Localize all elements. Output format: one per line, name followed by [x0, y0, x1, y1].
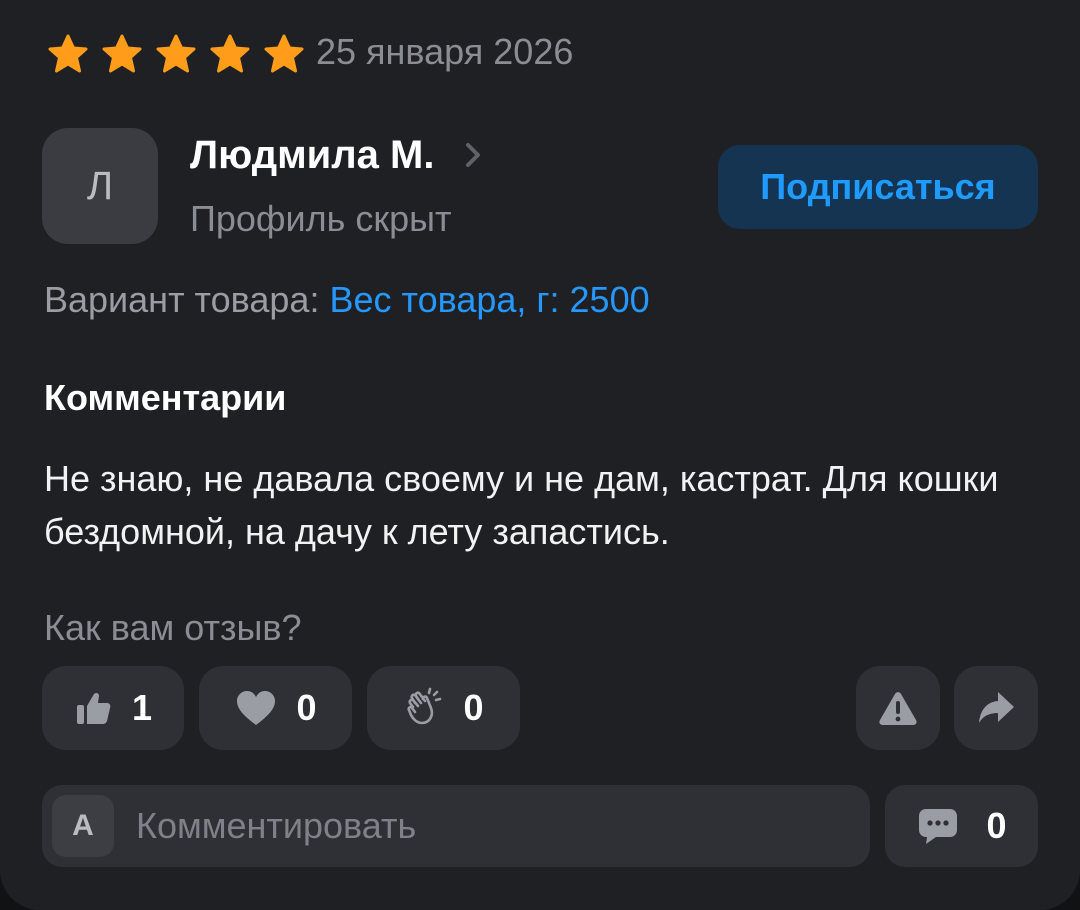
comment-input[interactable]: А Комментировать [42, 785, 870, 867]
variant-label: Вариант товара: [44, 279, 320, 320]
star-icon [48, 34, 88, 73]
share-button[interactable] [954, 666, 1038, 750]
feedback-question: Как вам отзыв? [44, 607, 302, 648]
heart-icon [237, 691, 276, 725]
star-icon [264, 34, 304, 73]
chevron-right-icon [466, 143, 481, 167]
product-variant: Вариант товара: Вес товара, г: 2500 [44, 276, 650, 324]
like-button[interactable]: 1 [42, 666, 184, 750]
star-icon [210, 34, 250, 73]
star-icon [102, 34, 142, 73]
author-avatar[interactable]: Л [42, 128, 158, 244]
comments-count: 0 [986, 805, 1007, 846]
author-link[interactable]: Людмила М. [190, 130, 482, 180]
comment-input-placeholder: Комментировать [136, 805, 417, 846]
comments-count-button[interactable]: 0 [885, 785, 1038, 867]
clap-button[interactable]: 0 [367, 666, 520, 750]
like-count: 1 [131, 687, 153, 728]
clap-count: 0 [463, 687, 484, 728]
rating-stars [44, 34, 308, 74]
report-button[interactable] [856, 666, 940, 750]
author-initial: Л [86, 163, 114, 208]
review-text: Не знаю, не давала своему и не дам, каст… [44, 458, 999, 552]
share-icon [979, 692, 1014, 723]
subscribe-button[interactable]: Подписаться [718, 145, 1038, 229]
heart-count: 0 [296, 687, 317, 728]
profile-status: Профиль скрыт [190, 198, 452, 239]
clap-icon [407, 687, 442, 725]
review-date: 25 января 2026 [316, 31, 574, 72]
warning-icon [879, 692, 917, 725]
thumbs-up-icon [76, 692, 111, 724]
heart-button[interactable]: 0 [199, 666, 352, 750]
variant-value[interactable]: Вес товара, г: 2500 [329, 279, 649, 320]
user-avatar: А [52, 795, 114, 857]
comment-bubble-icon [919, 809, 958, 844]
author-name[interactable]: Людмила М. [190, 130, 434, 180]
comments-heading: Комментарии [44, 377, 287, 418]
star-icon [156, 34, 196, 73]
